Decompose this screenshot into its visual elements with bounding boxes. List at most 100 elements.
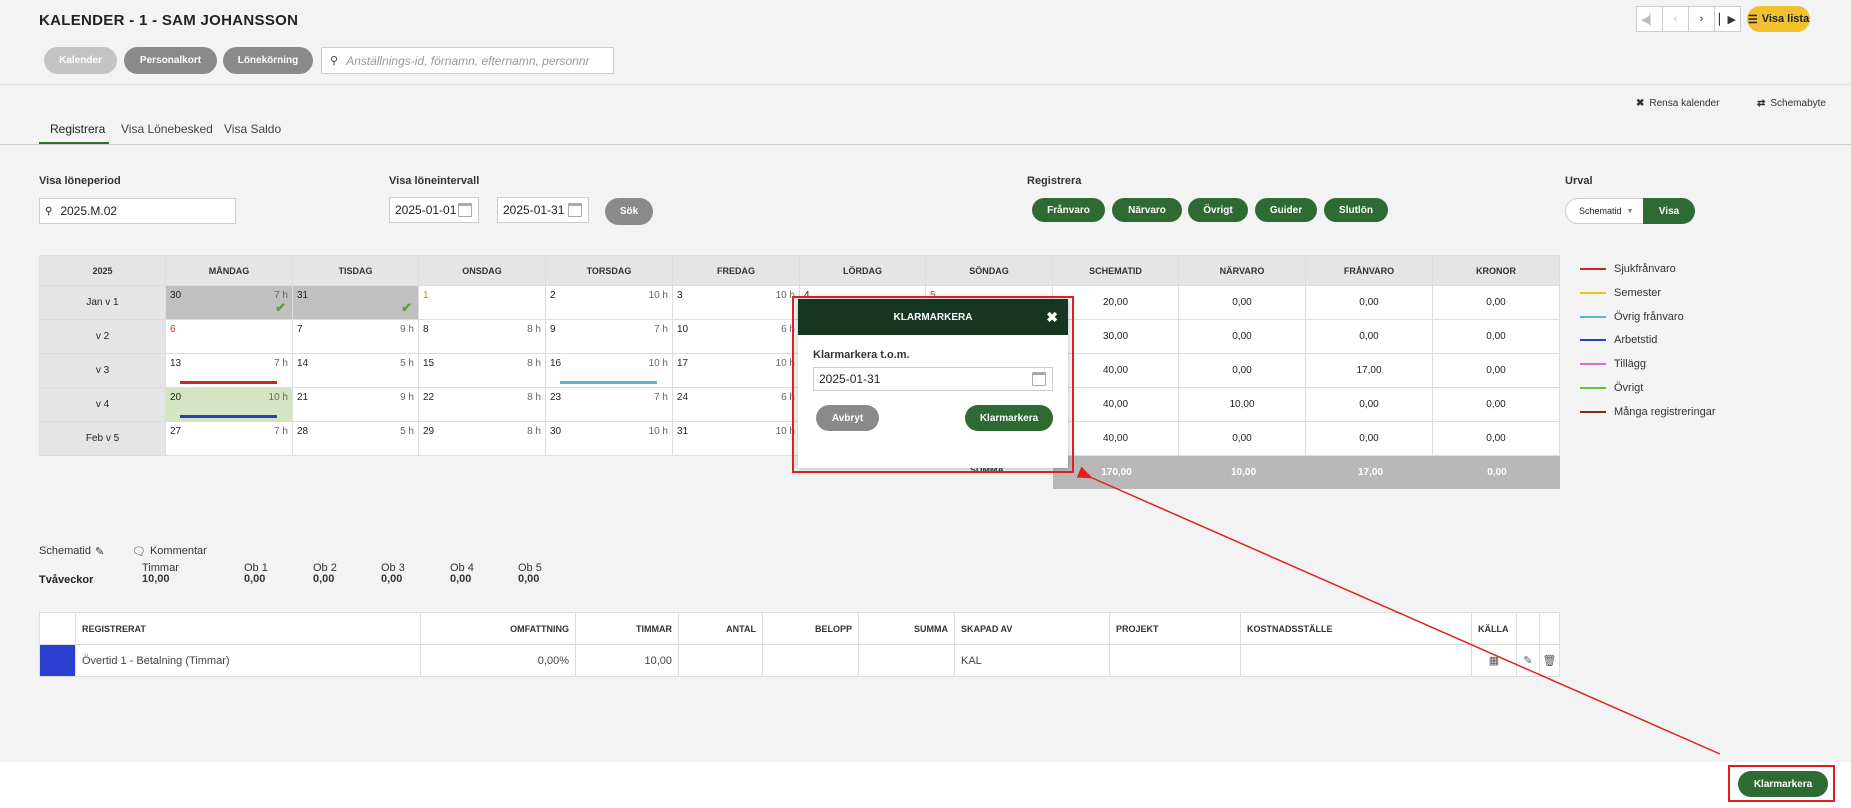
- day-cell[interactable]: 28 5 h: [292, 421, 419, 456]
- calendar-icon[interactable]: [568, 203, 582, 217]
- day-hours: 7 h: [274, 358, 288, 369]
- calendar-icon[interactable]: ▦: [1471, 644, 1517, 677]
- day-number: 30: [550, 426, 562, 437]
- day-cell[interactable]: 1: [418, 285, 546, 320]
- tab-visa-saldo[interactable]: Visa Saldo: [224, 122, 281, 136]
- tab-visa-lonebesked[interactable]: Visa Lönebesked: [121, 122, 213, 136]
- from-date-field[interactable]: 2025-01-01: [389, 197, 479, 223]
- day-cell[interactable]: 15 8 h: [418, 353, 546, 388]
- day-number: 10: [677, 324, 689, 335]
- guider-button[interactable]: Guider: [1255, 198, 1317, 222]
- schema-col: Timmar 10,00: [142, 563, 179, 585]
- close-icon: ✖: [1636, 98, 1645, 109]
- belopp-header[interactable]: BELOPP: [762, 612, 859, 645]
- registrerat-header[interactable]: REGISTRERAT: [75, 612, 421, 645]
- day-cell[interactable]: 3 10 h: [672, 285, 800, 320]
- search-icon: ⚲: [330, 55, 339, 67]
- day-cell[interactable]: 24 6 h: [672, 387, 800, 422]
- kommentar-link[interactable]: 🗨 Kommentar: [132, 545, 207, 558]
- employee-search-input[interactable]: ⚲ Anställnings-id, förnamn, efternamn, p…: [321, 47, 614, 74]
- loneperiod-field[interactable]: ⚲ 2025.M.02: [39, 198, 236, 224]
- sok-button[interactable]: Sök: [605, 198, 653, 225]
- kronor-value: 0,00: [1432, 285, 1560, 320]
- day-cell[interactable]: 30 7 h ✔: [165, 285, 293, 320]
- trash-icon[interactable]: 🗑: [1539, 644, 1560, 677]
- list-icon: ☰: [1747, 13, 1758, 26]
- day-cell[interactable]: 23 7 h: [545, 387, 673, 422]
- day-cell[interactable]: 10 6 h: [672, 319, 800, 354]
- next-page-icon[interactable]: ›: [1688, 6, 1715, 32]
- projekt-header[interactable]: PROJEKT: [1109, 612, 1241, 645]
- to-date-field[interactable]: 2025-01-31: [497, 197, 589, 223]
- antal-cell: [678, 644, 763, 677]
- legend-label: Många registreringar: [1614, 406, 1716, 418]
- visa-lista-button[interactable]: ☰ Visa lista: [1747, 6, 1810, 32]
- franvaro-button[interactable]: Frånvaro: [1032, 198, 1105, 222]
- day-hours: 10 h: [648, 290, 668, 301]
- day-cell[interactable]: 13 7 h: [165, 353, 293, 388]
- urval-select[interactable]: Schematid ▼: [1565, 198, 1643, 224]
- day-cell[interactable]: 2 10 h: [545, 285, 673, 320]
- registrerat-cell: Övertid 1 - Betalning (Timmar): [75, 644, 421, 677]
- antal-header[interactable]: ANTAL: [678, 612, 763, 645]
- summa-header[interactable]: SUMMA: [858, 612, 955, 645]
- sjukfranvaro-bar: [180, 381, 277, 384]
- from-date-value: 2025-01-01: [395, 203, 457, 217]
- kostnadsstalle-header[interactable]: KOSTNADSSTÄLLE: [1240, 612, 1472, 645]
- first-page-icon[interactable]: ◀▏: [1636, 6, 1663, 32]
- highlight-box: [1728, 765, 1835, 802]
- legend-swatch: [1580, 387, 1606, 389]
- schematid-link[interactable]: Schematid ✎: [39, 545, 104, 558]
- day-cell[interactable]: 6: [165, 319, 293, 354]
- narvaro-button[interactable]: Närvaro: [1112, 198, 1182, 222]
- day-cell[interactable]: 31 10 h: [672, 421, 800, 456]
- day-cell[interactable]: 16 10 h: [545, 353, 673, 388]
- day-hours: 7 h: [654, 392, 668, 403]
- day-cell[interactable]: 7 9 h: [292, 319, 419, 354]
- lonekorning-button[interactable]: Lönekörning: [223, 47, 313, 74]
- schemabyte-label: Schemabyte: [1770, 98, 1826, 109]
- legend-swatch: [1580, 339, 1606, 341]
- day-cell[interactable]: 8 8 h: [418, 319, 546, 354]
- omfattning-header[interactable]: OMFATTNING: [420, 612, 576, 645]
- slutlon-button[interactable]: Slutlön: [1324, 198, 1388, 222]
- kalender-button[interactable]: Kalender: [44, 47, 117, 74]
- timmar-header[interactable]: TIMMAR: [575, 612, 679, 645]
- schemabyte-link[interactable]: ⇄ Schemabyte: [1757, 98, 1826, 109]
- day-cell[interactable]: 27 7 h: [165, 421, 293, 456]
- visa-button[interactable]: Visa: [1643, 198, 1695, 224]
- edit-icon[interactable]: ✎: [1516, 644, 1540, 677]
- day-cell[interactable]: 22 8 h: [418, 387, 546, 422]
- day-hours: 8 h: [527, 358, 541, 369]
- last-page-icon[interactable]: ▏▶: [1714, 6, 1741, 32]
- day-hours: 10 h: [268, 392, 288, 403]
- personalkort-button[interactable]: Personalkort: [124, 47, 217, 74]
- day-number: 8: [423, 324, 429, 335]
- day-cell[interactable]: 29 8 h: [418, 421, 546, 456]
- legend-item: Många registreringar: [1580, 406, 1716, 418]
- ovrigt-button[interactable]: Övrigt: [1188, 198, 1248, 222]
- day-cell[interactable]: 20 10 h: [165, 387, 293, 422]
- schema-col: Ob 3 0,00: [381, 563, 405, 585]
- day-cell[interactable]: 14 5 h: [292, 353, 419, 388]
- day-number: 9: [550, 324, 556, 335]
- day-cell[interactable]: 31 ✔: [292, 285, 419, 320]
- day-cell[interactable]: 17 10 h: [672, 353, 800, 388]
- table-row[interactable]: Övertid 1 - Betalning (Timmar) 0,00% 10,…: [39, 644, 1560, 677]
- prev-page-icon[interactable]: ‹: [1662, 6, 1689, 32]
- kalla-header[interactable]: KÄLLA: [1471, 612, 1517, 645]
- franvaro-header: FRÅNVARO: [1305, 255, 1433, 286]
- day-number: 21: [297, 392, 309, 403]
- day-cell[interactable]: 9 7 h: [545, 319, 673, 354]
- summa-kronor: 0,00: [1434, 456, 1560, 489]
- kommentar-label: Kommentar: [149, 545, 207, 557]
- day-cell[interactable]: 21 9 h: [292, 387, 419, 422]
- skapad-av-header[interactable]: SKAPAD AV: [954, 612, 1110, 645]
- rensa-kalender-link[interactable]: ✖ Rensa kalender: [1636, 98, 1719, 109]
- timmar-cell: 10,00: [575, 644, 679, 677]
- calendar-icon[interactable]: [458, 203, 472, 217]
- schema-col: Ob 1 0,00: [244, 563, 268, 585]
- tab-registrera[interactable]: Registrera: [50, 122, 105, 136]
- urval-label: Urval: [1565, 175, 1593, 187]
- day-cell[interactable]: 30 10 h: [545, 421, 673, 456]
